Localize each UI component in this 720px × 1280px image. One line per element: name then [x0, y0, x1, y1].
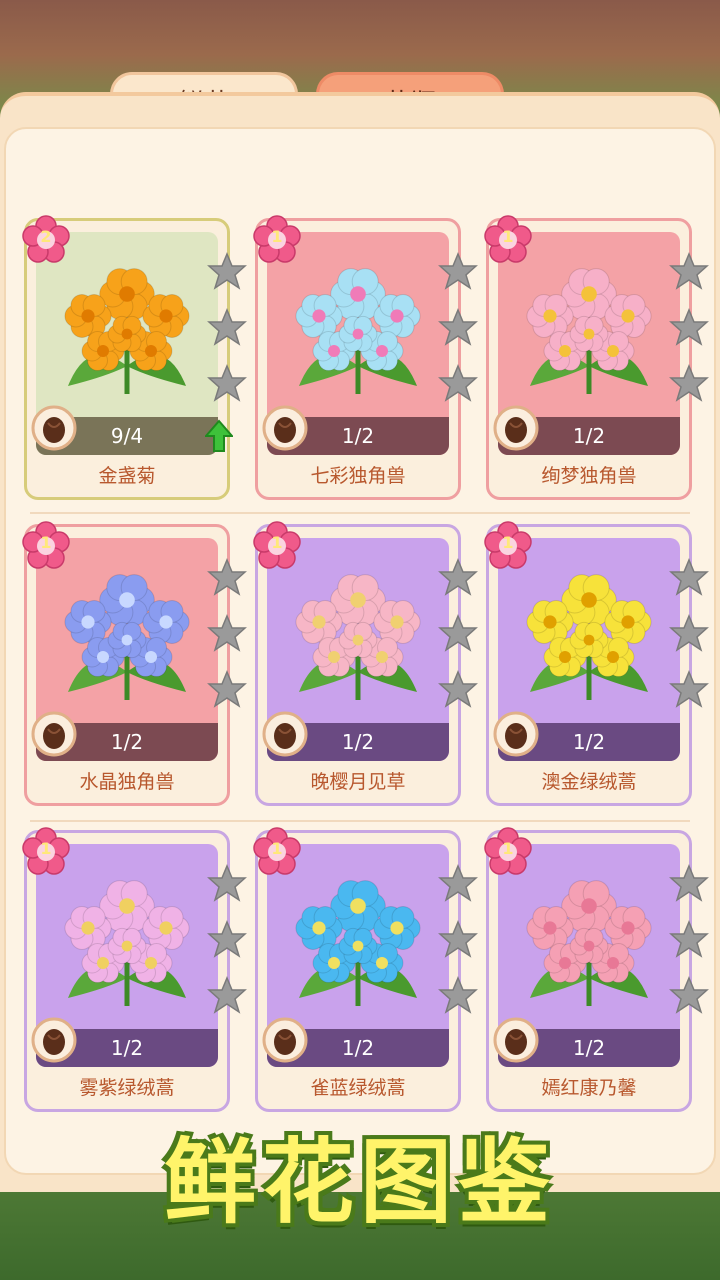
card-level: 1 — [502, 227, 514, 246]
grey-star-icon — [207, 557, 247, 597]
grey-star-icon — [438, 251, 478, 291]
flower-illustration — [526, 880, 652, 1006]
pink-flower-badge-icon: 2 — [21, 215, 71, 265]
pink-flower-badge-icon: 1 — [483, 827, 533, 877]
row-divider — [30, 820, 690, 822]
grey-star-icon — [669, 307, 709, 347]
card-name: 七彩独角兽 — [310, 465, 406, 487]
star-slots — [207, 863, 247, 1031]
card-name: 金盏菊 — [98, 465, 156, 487]
pink-flower-badge-icon: 1 — [21, 827, 71, 877]
flower-card[interactable]: 9/4 2 金盏菊 — [21, 215, 247, 500]
flower-card[interactable]: 1/2 1 水晶独角兽 — [21, 521, 247, 806]
seed-icon — [262, 711, 308, 757]
pink-flower-badge-icon: 1 — [21, 521, 71, 571]
card-name: 绚梦独角兽 — [541, 465, 637, 487]
grey-star-icon — [207, 863, 247, 903]
card-level: 2 — [40, 227, 52, 246]
grey-star-icon — [207, 363, 247, 403]
star-slots — [669, 557, 709, 725]
card-name: 嫣红康乃馨 — [541, 1077, 637, 1099]
grey-star-icon — [207, 919, 247, 959]
seed-icon — [493, 711, 539, 757]
flower-card[interactable]: 1/2 1 嫣红康乃馨 — [483, 827, 709, 1112]
grey-star-icon — [438, 557, 478, 597]
flower-card[interactable]: 1/2 1 晚樱月见草 — [252, 521, 478, 806]
star-slots — [438, 863, 478, 1031]
grey-star-icon — [207, 669, 247, 709]
pink-flower-badge-icon: 1 — [252, 827, 302, 877]
card-level: 1 — [40, 533, 52, 552]
pink-flower-badge-icon: 1 — [483, 215, 533, 265]
card-name: 水晶独角兽 — [79, 771, 175, 793]
flower-card[interactable]: 1/2 1 澳金绿绒蒿 — [483, 521, 709, 806]
card-level: 1 — [271, 533, 283, 552]
flower-illustration — [64, 880, 190, 1006]
grey-star-icon — [438, 307, 478, 347]
pink-flower-badge-icon: 1 — [252, 521, 302, 571]
card-name: 澳金绿绒蒿 — [541, 771, 637, 793]
flower-card[interactable]: 1/2 1 雾紫绿绒蒿 — [21, 827, 247, 1112]
grey-star-icon — [207, 251, 247, 291]
grey-star-icon — [669, 363, 709, 403]
card-level: 1 — [40, 839, 52, 858]
grey-star-icon — [438, 919, 478, 959]
grey-star-icon — [438, 363, 478, 403]
card-level: 1 — [502, 839, 514, 858]
seed-icon — [31, 711, 77, 757]
seed-icon — [493, 405, 539, 451]
flower-card[interactable]: 1/2 1 绚梦独角兽 — [483, 215, 709, 500]
grey-star-icon — [669, 669, 709, 709]
row-divider — [30, 512, 690, 514]
star-slots — [438, 557, 478, 725]
grey-star-icon — [207, 613, 247, 653]
grey-star-icon — [438, 863, 478, 903]
pink-flower-badge-icon: 1 — [483, 521, 533, 571]
grey-star-icon — [669, 557, 709, 597]
pink-flower-badge-icon: 1 — [252, 215, 302, 265]
flower-card[interactable]: 1/2 1 七彩独角兽 — [252, 215, 478, 500]
grey-star-icon — [669, 919, 709, 959]
green-up-arrow-icon[interactable] — [203, 419, 235, 453]
seed-icon — [31, 405, 77, 451]
grey-star-icon — [438, 613, 478, 653]
grey-star-icon — [207, 307, 247, 347]
grey-star-icon — [669, 975, 709, 1015]
star-slots — [207, 557, 247, 725]
star-slots — [207, 251, 247, 419]
card-name: 晚樱月见草 — [310, 771, 406, 793]
page-title: 鲜花图鉴 — [163, 1129, 556, 1236]
flower-illustration — [64, 268, 190, 394]
flower-illustration — [295, 880, 421, 1006]
grey-star-icon — [438, 975, 478, 1015]
seed-icon — [262, 1017, 308, 1063]
seed-icon — [31, 1017, 77, 1063]
flower-illustration — [64, 574, 190, 700]
star-slots — [438, 251, 478, 419]
flower-illustration — [295, 268, 421, 394]
grey-star-icon — [669, 863, 709, 903]
star-slots — [669, 251, 709, 419]
card-level: 1 — [271, 227, 283, 246]
flower-illustration — [295, 574, 421, 700]
card-level: 1 — [502, 533, 514, 552]
star-slots — [669, 863, 709, 1031]
flower-illustration — [526, 574, 652, 700]
card-name: 雀蓝绿绒蒿 — [310, 1077, 406, 1099]
seed-icon — [493, 1017, 539, 1063]
grey-star-icon — [669, 613, 709, 653]
flower-illustration — [526, 268, 652, 394]
card-level: 1 — [271, 839, 283, 858]
card-name: 雾紫绿绒蒿 — [79, 1077, 175, 1099]
seed-icon — [262, 405, 308, 451]
grey-star-icon — [438, 669, 478, 709]
grey-star-icon — [207, 975, 247, 1015]
flower-card[interactable]: 1/2 1 雀蓝绿绒蒿 — [252, 827, 478, 1112]
grey-star-icon — [669, 251, 709, 291]
